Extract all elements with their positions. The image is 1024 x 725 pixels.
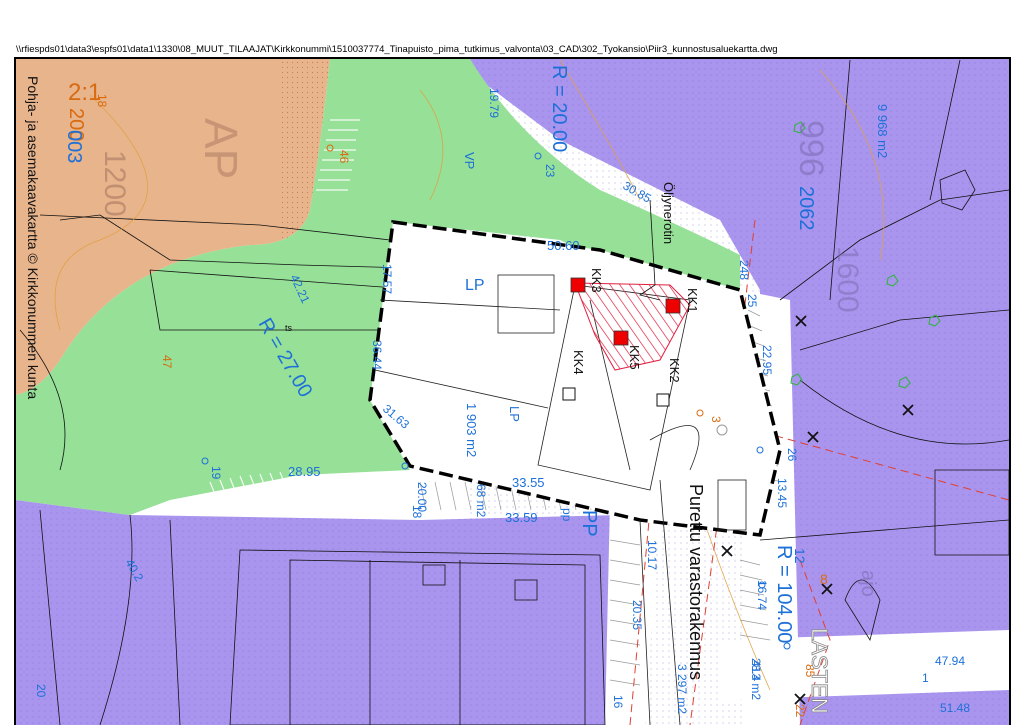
area-label-2062: 2062 <box>795 186 817 231</box>
zone-label-vp: VP <box>462 152 477 169</box>
number-47: 47 <box>160 355 174 369</box>
scale-label-c: 003 <box>63 130 85 163</box>
dimension-51-48: 51.48 <box>940 701 970 715</box>
number-25: 25 <box>745 294 759 308</box>
number-26: 26 <box>785 448 799 462</box>
site-plan-map: Pohja- ja asemakaavakartta © Kirkkonumme… <box>14 57 1011 725</box>
zone-label-lp: LP <box>465 277 485 294</box>
zone-label-pp: PP <box>578 510 600 537</box>
sample-point-kk2 <box>656 393 670 407</box>
street-label-ajo: ajo <box>857 570 879 597</box>
radius-label-20: R = 20.00 <box>548 65 570 152</box>
number-12: 12 <box>792 548 808 564</box>
area-label-1600: 1600 <box>831 246 864 313</box>
survey-ts-label: ts <box>285 323 293 333</box>
sample-label-kk2: KK2 <box>667 358 682 383</box>
storage-building-label: Purettu varastorakennus <box>686 484 706 680</box>
number-248: 248 <box>737 260 751 280</box>
zone-label-pp-small: pp <box>560 508 574 522</box>
number-20: 20 <box>34 684 48 698</box>
area-label-3297: 3 297 m2 <box>675 664 689 714</box>
radius-label-104: R = 104.00 <box>773 545 795 643</box>
dimension-33-55: 33.55 <box>512 475 545 490</box>
map-credit-vertical: Pohja- ja asemakaavakartta © Kirkkonumme… <box>25 76 41 399</box>
dimension-50-60: 50.60 <box>547 238 580 253</box>
sample-label-kk3: KK3 <box>589 268 604 293</box>
zone-label-ap: AP <box>195 118 247 179</box>
area-label-9968: 9 968 m2 <box>875 104 890 158</box>
sample-label-kk1: KK1 <box>685 288 700 313</box>
dimension-13-45: 13.45 <box>775 478 789 508</box>
number-18: 18 <box>95 94 109 108</box>
area-label-68: 68 m2 <box>474 484 488 518</box>
dimension-28-4: 28.4 <box>749 658 763 682</box>
dimension-10-17: 10.17 <box>645 540 659 570</box>
dimension-36-44: 36.44 <box>370 340 384 370</box>
number-1: 1 <box>922 671 929 685</box>
sample-label-kk4: KK4 <box>571 350 586 375</box>
number-16: 16 <box>611 695 625 709</box>
sample-point-kk5 <box>613 330 629 346</box>
sample-point-kk4 <box>562 387 576 401</box>
dimension-22-95: 22.95 <box>760 345 774 375</box>
dimension-33-59: 33.59 <box>505 510 538 525</box>
dimension-16-74: 16.74 <box>755 580 769 610</box>
number-8: 8 <box>820 571 828 587</box>
number-19: 19 <box>209 466 223 480</box>
number-18b: 18 <box>410 505 424 519</box>
dimension-17-57: 17.57 <box>380 264 394 294</box>
number-22: 22 <box>793 704 807 718</box>
area-label-1200: 1200 <box>98 150 131 217</box>
street-label-lasten: LASTEN <box>807 628 832 714</box>
oil-separator-label: Öljynerotin <box>661 182 676 244</box>
dimension-19-79: 19.79 <box>487 88 501 118</box>
zone-label-lp-small: LP <box>507 406 522 422</box>
dimension-28-95: 28.95 <box>288 464 321 479</box>
number-23: 23 <box>543 164 557 178</box>
sample-point-kk1 <box>665 298 681 314</box>
area-label-1903: 1 903 m2 <box>464 403 479 457</box>
sample-label-kk5: KK5 <box>627 345 642 370</box>
number-46: 46 <box>337 150 351 164</box>
area-label-996: 996 <box>792 120 830 177</box>
dimension-47-94: 47.94 <box>935 654 965 668</box>
sample-point-kk3 <box>570 277 586 293</box>
number-3: 3 <box>709 416 723 423</box>
dimension-20-35: 20.35 <box>630 600 644 630</box>
